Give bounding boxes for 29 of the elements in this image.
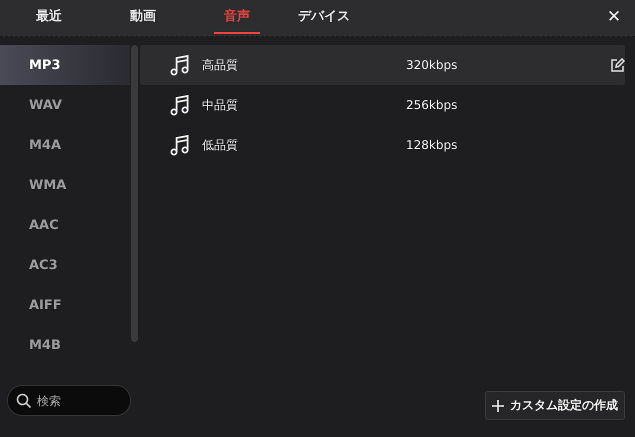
search-field[interactable]: 検索 [7, 385, 131, 416]
bitrate: 128kbps [406, 138, 458, 152]
edit-icon[interactable] [610, 58, 625, 72]
tab[interactable]: 最近 [26, 0, 72, 34]
format-item[interactable]: AIFF [0, 285, 130, 325]
format-item[interactable]: WAV [0, 85, 130, 125]
preset-row[interactable]: 低品質 128kbps [140, 125, 625, 165]
format-item[interactable]: AAC [0, 205, 130, 245]
tab[interactable]: 動画 [120, 0, 166, 34]
bitrate: 320kbps [406, 58, 458, 72]
preset-name: 高品質 [202, 56, 239, 74]
format-item[interactable]: AC3 [0, 245, 130, 285]
format-item[interactable]: M4B [0, 325, 130, 365]
create-custom-button[interactable]: カスタム設定の作成 [485, 391, 625, 420]
format-item[interactable]: M4A [0, 125, 130, 165]
music-note-icon [170, 94, 190, 116]
format-item[interactable]: MP3 [0, 45, 130, 85]
scrollbar[interactable] [131, 45, 138, 342]
format-item[interactable]: WMA [0, 165, 130, 205]
music-note-icon [170, 54, 190, 76]
close-button[interactable]: ✕ [603, 6, 625, 28]
preset-row[interactable]: 中品質 256kbps [140, 85, 625, 125]
music-note-icon [170, 134, 190, 156]
tab[interactable]: デバイス [288, 0, 360, 34]
preset-name: 低品質 [202, 136, 239, 154]
preset-row[interactable]: 高品質 320kbps [140, 45, 625, 85]
bitrate: 256kbps [406, 98, 458, 112]
preset-name: 中品質 [202, 96, 239, 114]
plus-icon [492, 400, 504, 412]
